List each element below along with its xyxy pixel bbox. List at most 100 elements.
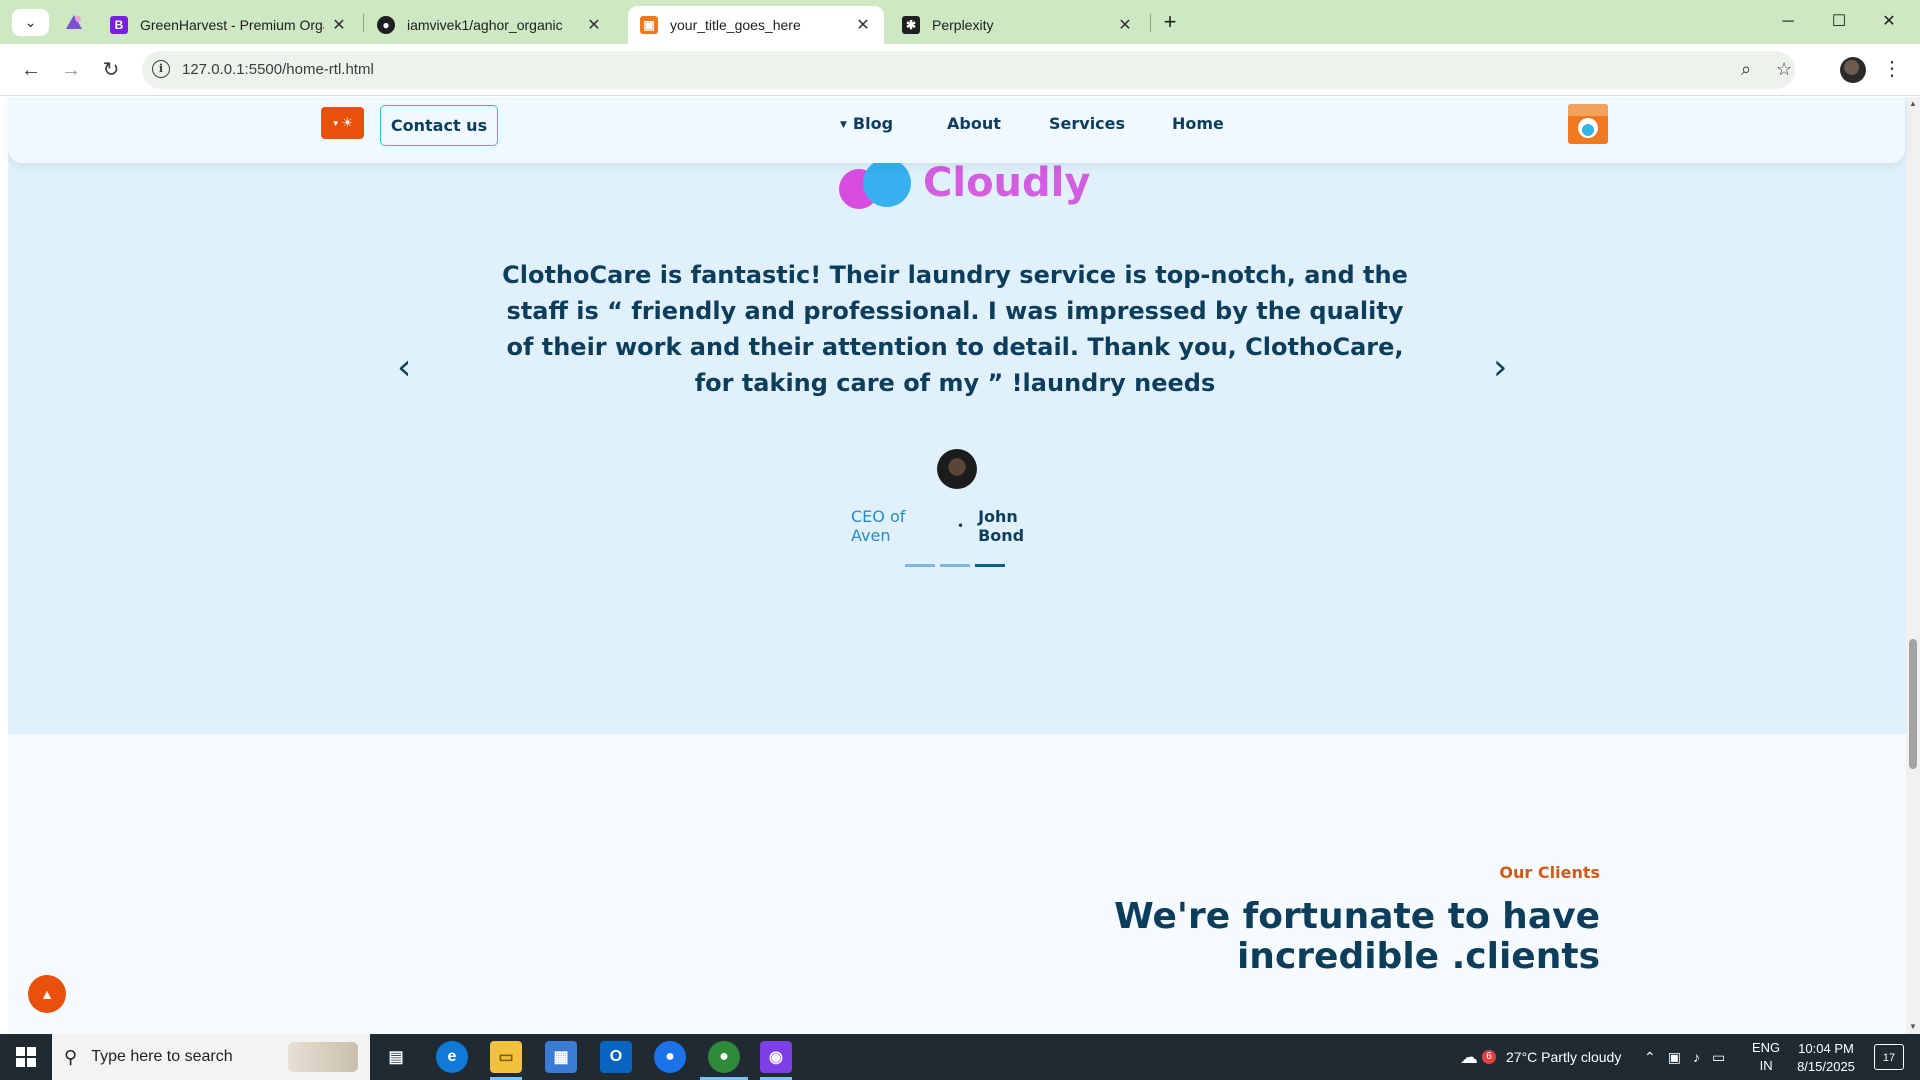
back-button[interactable]: ←	[16, 56, 46, 84]
weather-cloud-icon: ☁	[1460, 1046, 1478, 1067]
theme-toggle-button[interactable]: ▼ ☀	[321, 107, 364, 139]
brand-name: Cloudly	[923, 160, 1091, 206]
carousel-indicator-active[interactable]	[975, 564, 1005, 567]
address-bar[interactable]: i 127.0.0.1:5500/home-rtl.html ⌕ ☆	[142, 51, 1795, 89]
minimize-button[interactable]: ─	[1765, 8, 1811, 36]
search-placeholder: Type here to search	[91, 1048, 233, 1065]
page-viewport: ▼ ☀ Contact us ▼ Blog About Services Home…	[0, 97, 1920, 1034]
minimize-icon: ─	[1782, 13, 1794, 30]
store-icon[interactable]: ▦	[545, 1041, 577, 1073]
search-icon: ⚲	[64, 1046, 78, 1067]
weather-badge: 6	[1482, 1050, 1496, 1064]
logo-dot-inner	[1582, 124, 1594, 136]
chevron-left-icon: ‹	[397, 347, 412, 388]
testimonial-quote: ClothoCare is fantastic! Their laundry s…	[502, 261, 1408, 397]
tab-title: iamvivek1/aghor_organic	[407, 17, 563, 33]
tab-perplexity[interactable]: ✱ Perplexity ✕	[890, 6, 1146, 44]
carousel-indicator[interactable]	[940, 564, 970, 567]
notification-center-button[interactable]: 17	[1874, 1044, 1904, 1070]
chrome-profile-icon[interactable]: ●	[708, 1041, 740, 1073]
bootstrap-icon: B	[110, 16, 128, 34]
chevron-down-icon: ⌄	[24, 14, 37, 30]
separator-dot: •	[957, 519, 965, 533]
plus-icon: +	[1163, 9, 1177, 34]
page-scrollbar[interactable]: ▲ ▼	[1906, 97, 1920, 1034]
start-button[interactable]	[0, 1034, 52, 1080]
sun-icon: ☀	[341, 115, 354, 130]
close-icon[interactable]: ✕	[1116, 15, 1134, 35]
file-explorer-icon[interactable]: ▭	[490, 1041, 522, 1073]
carousel-indicator[interactable]	[905, 564, 935, 567]
new-tab-button[interactable]: +	[1156, 8, 1184, 36]
nav-about[interactable]: About	[947, 114, 1001, 133]
author-avatar	[937, 449, 977, 489]
chevron-right-icon: ›	[1493, 347, 1508, 388]
bookmark-star-icon[interactable]: ☆	[1776, 59, 1792, 80]
profile-avatar[interactable]	[1840, 57, 1866, 83]
carousel-next-button[interactable]: ›	[1493, 347, 1507, 388]
task-view-icon[interactable]: ▤	[380, 1041, 412, 1073]
nav-blog[interactable]: ▼ Blog	[840, 114, 893, 133]
chrome-icon[interactable]: ●	[654, 1041, 686, 1073]
section-eyebrow: Our Clients	[1499, 863, 1600, 882]
chevron-up-icon[interactable]: ⌃	[1644, 1049, 1656, 1066]
windows-taskbar: ⚲ Type here to search ▤ e ▭ ▦ O ● ● ◉ ☁ …	[0, 1034, 1920, 1080]
nav-home[interactable]: Home	[1172, 114, 1224, 133]
taskbar-search[interactable]: ⚲ Type here to search	[52, 1034, 370, 1080]
battery-icon[interactable]: ▭	[1712, 1049, 1725, 1066]
scroll-to-top-button[interactable]: ▲	[28, 975, 66, 1013]
browser-menu-icon[interactable]: ⋮	[1882, 54, 1902, 84]
caret-down-icon: ▼	[840, 120, 847, 130]
nav-services[interactable]: Services	[1049, 114, 1125, 133]
site-info-icon[interactable]: i	[152, 60, 170, 78]
search-highlight-image	[288, 1042, 358, 1072]
app-purple-icon[interactable]: ◉	[760, 1041, 792, 1073]
site-logo[interactable]	[1568, 104, 1608, 144]
volume-icon[interactable]: ♪	[1693, 1049, 1700, 1065]
forward-button[interactable]: →	[56, 56, 86, 84]
caret-down-icon: ▼	[331, 118, 340, 128]
scroll-up-icon[interactable]: ▲	[1909, 99, 1917, 108]
close-icon[interactable]: ✕	[854, 15, 872, 35]
close-icon: ✕	[1882, 13, 1896, 30]
arrow-right-icon: →	[61, 59, 81, 81]
section-title: We're fortunate to have incredible .clie…	[1114, 896, 1600, 977]
zoom-icon[interactable]: ⌕	[1741, 59, 1751, 80]
tab-separator	[363, 14, 364, 32]
pinned-tab[interactable]	[57, 9, 91, 35]
system-tray-icons: ⌃ ▣ ♪ ▭	[1644, 1034, 1725, 1080]
browser-toolbar: ← → ↻ i 127.0.0.1:5500/home-rtl.html ⌕ ☆…	[0, 44, 1920, 96]
taskbar-clock[interactable]: 10:04 PM 8/15/2025	[1790, 1040, 1862, 1076]
client-brand-logo: Cloudly	[839, 157, 1090, 209]
tab-github[interactable]: ● iamvivek1/aghor_organic ✕	[365, 6, 615, 44]
url-text[interactable]: 127.0.0.1:5500/home-rtl.html	[182, 61, 374, 78]
tab-title: your_title_goes_here	[670, 17, 801, 33]
language-bottom: IN	[1759, 1058, 1773, 1073]
outlook-icon[interactable]: O	[600, 1041, 632, 1073]
clock-time: 10:04 PM	[1798, 1041, 1854, 1056]
close-icon[interactable]: ✕	[585, 15, 603, 35]
close-icon[interactable]: ✕	[330, 15, 348, 35]
contact-us-button[interactable]: Contact us	[380, 105, 498, 146]
close-window-button[interactable]: ✕	[1866, 8, 1912, 36]
tab-active-page[interactable]: ▣ your_title_goes_here ✕	[628, 6, 884, 44]
weather-widget[interactable]: ☁ 6 27°C Partly cloudy	[1460, 1034, 1621, 1080]
edge-icon[interactable]: e	[436, 1041, 468, 1073]
tab-greenharvest[interactable]: B GreenHarvest - Premium Organ ✕	[98, 6, 360, 44]
tab-title: Perplexity	[932, 17, 994, 33]
network-icon[interactable]: ▣	[1668, 1049, 1681, 1066]
nav-blog-label: Blog	[852, 114, 894, 133]
language-indicator[interactable]: ENG IN	[1752, 1034, 1780, 1080]
pinned-app-icon	[66, 15, 82, 29]
author-name: John Bond	[978, 507, 1025, 545]
scrollbar-thumb[interactable]	[1909, 639, 1917, 769]
reload-button[interactable]: ↻	[96, 56, 126, 84]
maximize-button[interactable]: ☐	[1816, 8, 1862, 36]
tab-search-button[interactable]: ⌄	[12, 9, 49, 36]
cloudly-logo-icon	[839, 157, 913, 209]
weather-text: 27°C Partly cloudy	[1506, 1049, 1622, 1065]
carousel-prev-button[interactable]: ‹	[397, 347, 411, 388]
logo-circle-blue	[863, 159, 911, 207]
language-top: ENG	[1752, 1040, 1781, 1055]
scroll-down-icon[interactable]: ▼	[1909, 1022, 1917, 1031]
